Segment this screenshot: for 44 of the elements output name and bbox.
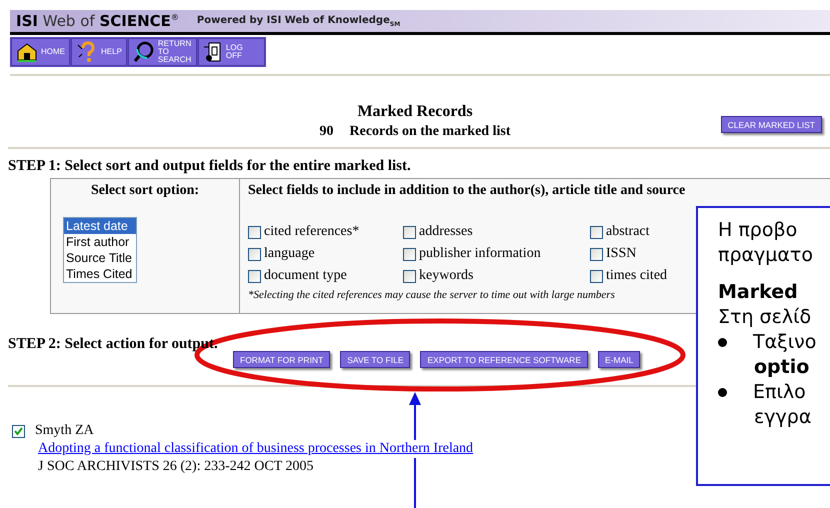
footnote: *Selecting the cited references may cause the server to time out with large numbers (248, 289, 615, 301)
callout-text: Επιλο (718, 380, 806, 405)
page-title: Marked Records (357, 103, 473, 121)
house-icon (16, 41, 38, 63)
field-checkbox[interactable]: addresses (403, 224, 473, 240)
checkmark-icon (14, 426, 23, 436)
action-button[interactable]: EXPORT TO REFERENCE SOFTWARE (420, 351, 588, 368)
nav-button[interactable]: RETURN TO SEARCH (128, 38, 197, 66)
field-checkbox[interactable]: keywords (403, 268, 474, 284)
callout-text: πραγματο (718, 243, 813, 268)
field-checkbox[interactable]: language (248, 246, 315, 262)
count-caption: Records on the marked list (350, 124, 510, 140)
nav-button[interactable]: LOG OFF (198, 38, 265, 66)
clear-list-button[interactable]: CLEAR MARKED LIST (720, 116, 822, 133)
action-button[interactable]: E-MAIL (598, 351, 640, 368)
field-checkbox[interactable]: publisher information (403, 246, 541, 262)
record-title-link[interactable]: Adopting a functional classification of business processes in Northern Ireland (38, 440, 474, 458)
callout-text: Marked (718, 280, 798, 305)
record-source: J SOC ARCHIVISTS 26 (2): 233-242 OCT 2005 (38, 458, 314, 476)
callout-text: Στη σελίδ (718, 305, 812, 330)
nav-button[interactable]: HELP (71, 38, 127, 66)
callout-text: εγγρα (754, 405, 812, 430)
magnifier-icon (132, 41, 155, 63)
field-checkbox[interactable]: times cited (590, 268, 668, 284)
field-checkbox[interactable]: document type (248, 268, 347, 284)
nav-button[interactable]: HOME (11, 38, 70, 66)
field-checkbox[interactable]: abstract (590, 224, 650, 240)
sort-option[interactable]: Latest date (64, 218, 136, 234)
step-heading: STEP 1: Select sort and output fields for the entire marked list. (8, 158, 411, 175)
record-count: 90 (320, 124, 334, 140)
site-logo: ISI Web of SCIENCE$^{®}$ (16, 12, 179, 30)
callout-text: Η προβο (718, 218, 798, 243)
field-checkbox[interactable]: cited references* (248, 224, 360, 240)
door-icon (202, 41, 223, 63)
sort-listbox[interactable]: Latest date First author Source Title Times Cited (63, 217, 137, 283)
column-heading: Select fields to include in addition to the author(s), article title and source (248, 183, 686, 199)
column-heading: Select sort option: (90, 183, 200, 199)
callout-text: Ταξινο (718, 330, 816, 355)
callout-text: optio (754, 355, 810, 380)
record-checkbox[interactable]: Smyth ZA (12, 422, 94, 440)
action-button[interactable]: FORMAT FOR PRINT (233, 351, 330, 368)
field-checkbox[interactable]: ISSN (590, 246, 636, 262)
powered-by-text: Powered by ISI Web of Knowledge$_{SM}$ (196, 14, 400, 28)
action-button[interactable]: SAVE TO FILE (340, 351, 410, 368)
